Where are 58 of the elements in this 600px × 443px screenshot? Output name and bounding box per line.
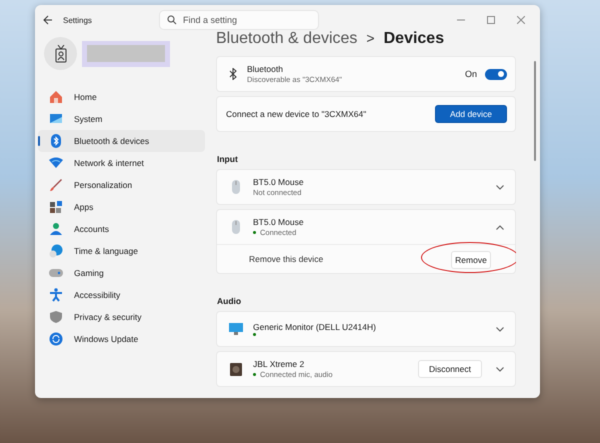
sidebar-item[interactable]: Time & language bbox=[38, 240, 205, 262]
apps-icon bbox=[49, 200, 63, 214]
monitor-icon bbox=[229, 323, 243, 335]
monitor-icon bbox=[49, 112, 63, 126]
person-icon bbox=[49, 222, 63, 236]
scrollbar[interactable] bbox=[534, 61, 536, 161]
shield-icon bbox=[49, 310, 63, 324]
disconnect-button[interactable]: Disconnect bbox=[418, 360, 482, 378]
home-icon bbox=[49, 90, 63, 104]
toggle-state-label: On bbox=[464, 69, 477, 79]
toggle-switch[interactable] bbox=[485, 68, 507, 80]
sidebar-item[interactable]: Privacy & security bbox=[38, 306, 205, 328]
chevron-icon[interactable] bbox=[496, 326, 504, 332]
close-icon[interactable] bbox=[517, 16, 525, 24]
device-name: BT5.0 Mouse bbox=[253, 217, 305, 227]
brush-icon bbox=[49, 178, 63, 192]
chevron-icon[interactable] bbox=[496, 184, 504, 190]
bluetooth-icon bbox=[49, 134, 63, 148]
mouse-icon bbox=[231, 220, 241, 234]
sidebar-item[interactable]: Home bbox=[38, 86, 205, 108]
search-icon bbox=[167, 15, 177, 25]
controller-icon bbox=[49, 266, 63, 280]
mouse-icon bbox=[231, 180, 241, 194]
chevron-icon[interactable] bbox=[496, 366, 504, 372]
sidebar-item[interactable]: Apps bbox=[38, 196, 205, 218]
breadcrumb-link[interactable]: Bluetooth & devices bbox=[216, 30, 358, 48]
maximize-icon[interactable] bbox=[487, 16, 495, 24]
setting-label: Connect a new device to "3CXMX64" bbox=[226, 109, 368, 119]
back-arrow-icon[interactable] bbox=[43, 15, 53, 25]
page-title: Devices bbox=[384, 30, 444, 48]
remove-button[interactable]: Remove bbox=[451, 250, 491, 268]
sync-icon bbox=[49, 332, 63, 346]
window-title: Settings bbox=[63, 16, 93, 24]
search-field[interactable]: Find a setting bbox=[159, 10, 319, 30]
setting-label: Remove this device bbox=[249, 254, 324, 264]
sidebar-item[interactable]: Network & internet bbox=[38, 152, 205, 174]
sidebar-item[interactable]: Personalization bbox=[38, 174, 205, 196]
device-name: JBL Xtreme 2 bbox=[253, 359, 306, 369]
sidebar-item[interactable]: Windows Update bbox=[38, 328, 205, 350]
sidebar-item[interactable]: System bbox=[38, 108, 205, 130]
section-heading: Audio bbox=[217, 296, 242, 306]
selection-indicator bbox=[38, 136, 40, 146]
sidebar-item[interactable]: Bluetooth & devices bbox=[38, 130, 205, 152]
sidebar-item[interactable]: Accessibility bbox=[38, 284, 205, 306]
add-device-button[interactable]: Add device bbox=[435, 105, 507, 123]
wifi-icon bbox=[49, 156, 63, 170]
accessibility-icon bbox=[49, 288, 63, 302]
device-name: BT5.0 Mouse bbox=[253, 177, 305, 187]
chevron-icon[interactable] bbox=[496, 224, 504, 230]
id-badge-icon bbox=[54, 44, 66, 62]
device-name: Generic Monitor (DELL U2414H) bbox=[253, 322, 377, 332]
speaker-icon bbox=[230, 362, 242, 376]
sidebar-item[interactable]: Gaming bbox=[38, 262, 205, 284]
section-heading: Input bbox=[217, 154, 239, 164]
sidebar-item[interactable]: Accounts bbox=[38, 218, 205, 240]
bluetooth-icon bbox=[229, 68, 237, 80]
setting-title: Bluetooth bbox=[247, 64, 284, 74]
breadcrumb-separator: > bbox=[366, 30, 375, 46]
